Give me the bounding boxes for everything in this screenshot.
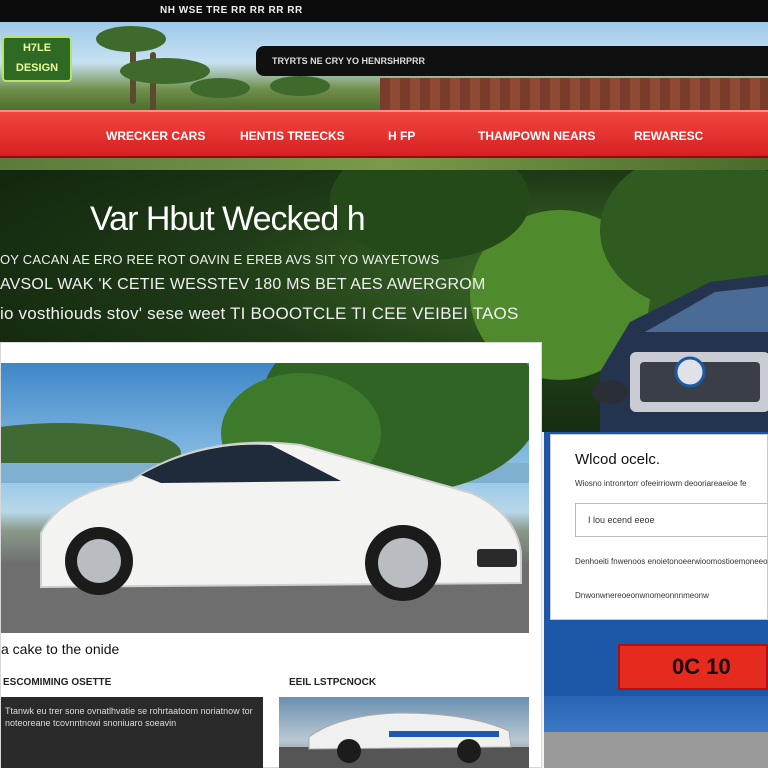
nav-item-h-fp[interactable]: H FP [388,112,415,160]
cta-button[interactable]: 0C 10 [618,644,768,690]
palm-leaves [120,58,210,84]
site-logo[interactable]: H7LE DESIGN [2,36,72,82]
form-title: Wlcod ocelc. [575,451,661,468]
nav-item-hentis-treecks[interactable]: Hentis Treecks [240,112,345,160]
contact-form: Wlcod ocelc. Wiosno intronrtorr ofeeirri… [550,434,768,620]
sports-car-graphic [279,712,529,768]
hero-text-line: io vosthiouds stov' sese weet TI BOOOTCL… [0,304,519,323]
hero-text-line: AVSOL WAK 'K CETIE WESSTEV 180 MS BET AE… [0,276,486,293]
sidebar-water-graphic [544,696,768,732]
roof-graphic [380,78,768,112]
form-label: Wiosno intronrtorr ofeeirriowm deooriare… [575,479,747,488]
nav-item-thampown-nears[interactable]: Thampown Nears [478,112,595,160]
car-photo-graphic [1,363,529,633]
hero-title: Var Hbut Wecked h [90,200,366,238]
sidebar-road-graphic [544,732,768,768]
card-caption: a cake to the onide [1,641,120,657]
section-heading-right: EEIL LSTPCNOCK [289,677,377,688]
main-nav: Wrecker Cars Hentis Treecks H FP Thampow… [0,110,768,158]
top-bar-text: NH WSE TRE RR RR RR RR [160,5,303,16]
page: NH WSE TRE RR RR RR RR H7LE DESIGN TRYRT… [0,0,768,768]
form-text-field[interactable]: I lou ecend eeoe [575,503,768,537]
article-tile-text: Ttanwk eu trer sone ovnatlhvatie se rohr… [5,706,253,728]
site-header: H7LE DESIGN TRYRTS NE CRY YO HENRSHRPRR [0,22,768,112]
palm-leaves [190,78,250,98]
nav-shadow-strip [0,158,768,170]
search-input[interactable]: TRYRTS NE CRY YO HENRSHRPRR [256,46,768,76]
nav-item-rewaresc[interactable]: Rewaresc [634,112,703,160]
article-tile-right[interactable] [279,697,529,768]
nav-item-wrecker-cars[interactable]: Wrecker Cars [106,112,205,160]
form-label: Denhoeiti fnwenoos enoietonoeerwioomosti… [575,557,768,566]
top-bar: NH WSE TRE RR RR RR RR [0,0,768,22]
suv-graphic [592,274,768,432]
article-tile-left[interactable]: Ttanwk eu trer sone ovnatlhvatie se rohr… [1,697,263,768]
section-heading-left: ESCOMIMING OSETTE [3,677,112,688]
form-label: Dnwonwnereoeonwnomeonnnmeonw [575,591,709,600]
palm-leaves [270,76,330,96]
featured-card: a cake to the onide ESCOMIMING OSETTE EE… [0,342,542,768]
palm-leaves [96,26,166,52]
hero-text-line: OY CACAN AE ERO REE ROT OAVIN E EREB AVS… [0,252,440,267]
car-photo[interactable] [1,363,529,633]
